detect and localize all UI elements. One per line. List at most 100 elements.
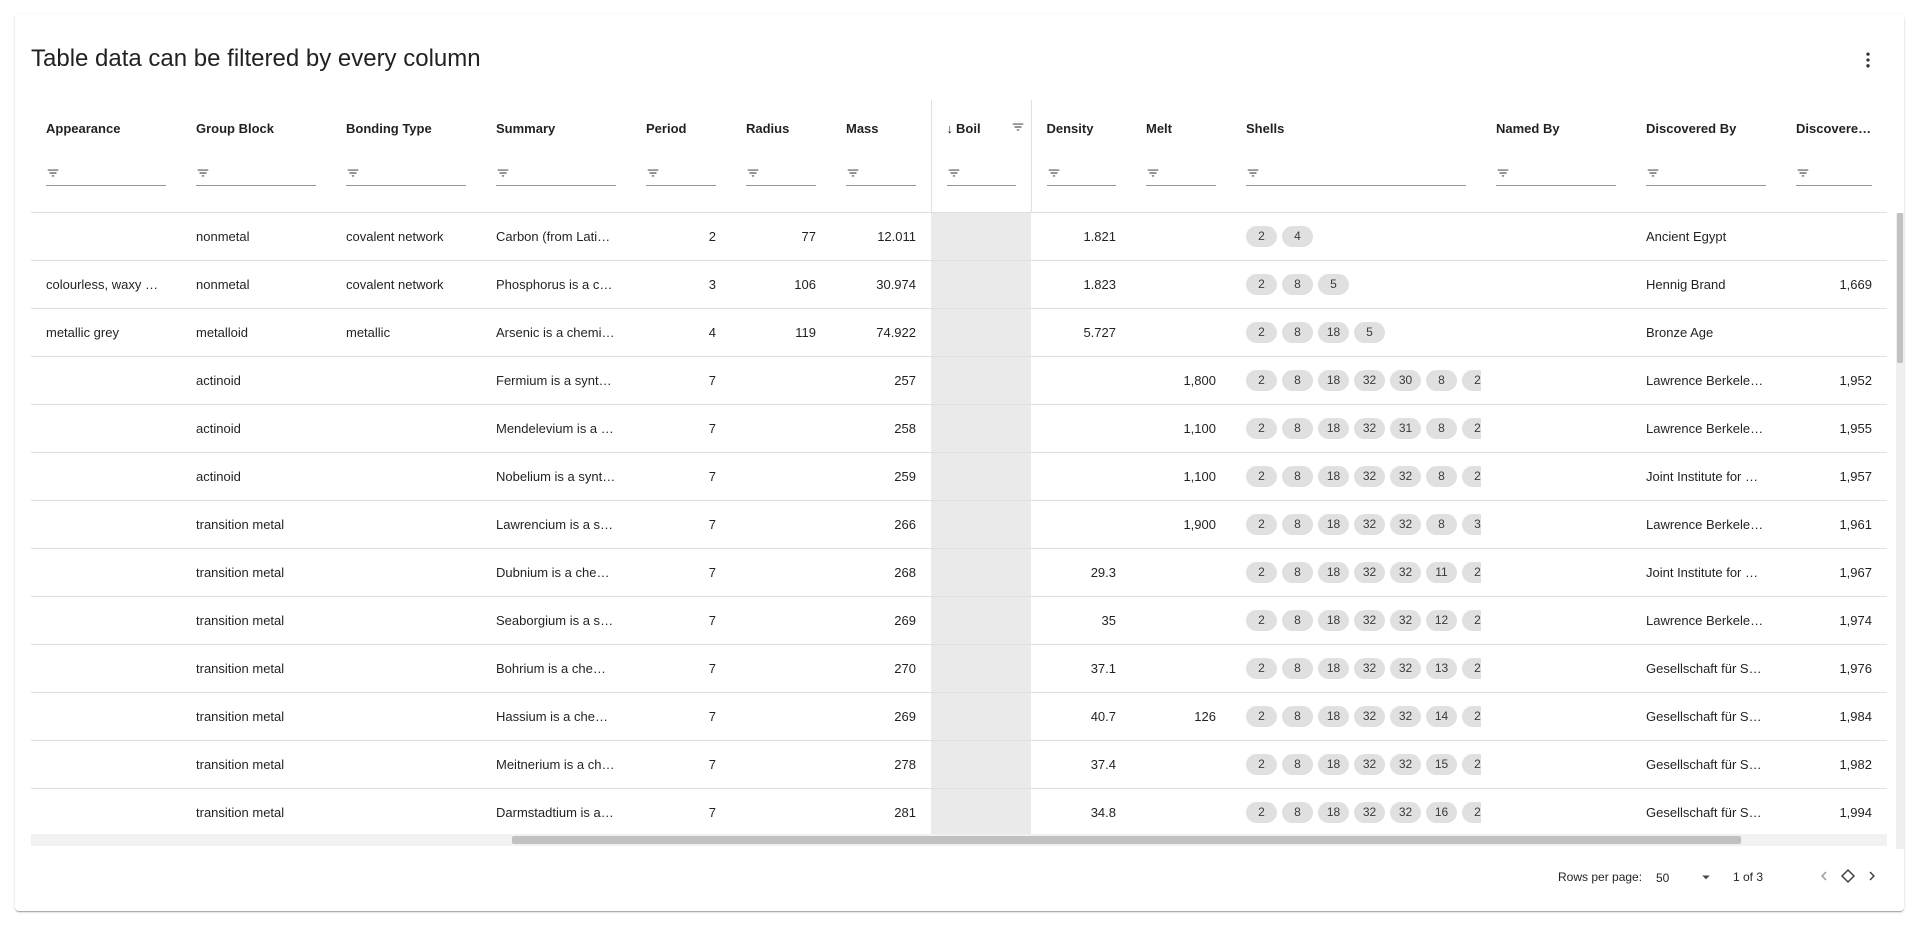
column-header-group[interactable]: Group Block xyxy=(181,100,331,212)
horizontal-scrollbar[interactable] xyxy=(31,834,1887,846)
column-label-named: Named By xyxy=(1496,121,1616,137)
shell-chip: 18 xyxy=(1318,369,1349,391)
shell-chip: 2 xyxy=(1246,417,1277,439)
table-row[interactable]: transition metal Dubnium is a che… 7 268 29.… xyxy=(31,548,1887,596)
vertical-scrollbar[interactable] xyxy=(1896,213,1904,849)
horizontal-scroll-thumb[interactable] xyxy=(512,836,1741,844)
cell-shells: 2 8 18 32 32 14 2 xyxy=(1231,692,1481,740)
shell-chip: 11 xyxy=(1426,561,1457,583)
cell-boil xyxy=(931,644,1031,692)
rows-per-page-select[interactable]: 50 xyxy=(1650,865,1720,891)
table-row[interactable]: actinoid Mendelevium is a … 7 258 1,100 2 8 18 3… xyxy=(31,404,1887,452)
shell-chip: 32 xyxy=(1390,561,1421,583)
column-label-discyr: Discovere… xyxy=(1796,121,1872,137)
page-range-label: 1 of 3 xyxy=(1733,870,1764,884)
vertical-scroll-thumb[interactable] xyxy=(1897,213,1903,363)
cell-mass: 259 xyxy=(894,468,916,484)
column-filter-appearance[interactable] xyxy=(46,164,166,186)
table-row[interactable]: transition metal Meitnerium is a ch… 7 278 3… xyxy=(31,740,1887,788)
column-label-radius: Radius xyxy=(746,121,816,137)
column-header-period[interactable]: Period xyxy=(631,100,731,212)
column-header-shells[interactable]: Shells xyxy=(1231,100,1481,212)
table-row[interactable]: nonmetal covalent network Carbon (from Lat… xyxy=(31,212,1887,260)
shell-chip: 31 xyxy=(1390,417,1421,439)
filter-list-icon xyxy=(46,166,60,183)
shell-chip: 15 xyxy=(1426,753,1457,775)
shell-chip: 32 xyxy=(1354,561,1385,583)
cell-melt xyxy=(1131,548,1231,596)
cell-period: 7 xyxy=(708,420,716,436)
column-filter-discby[interactable] xyxy=(1646,164,1766,186)
shell-chip: 32 xyxy=(1354,657,1385,679)
reset-page-button[interactable] xyxy=(1836,865,1860,889)
column-header-mass[interactable]: Mass xyxy=(831,100,931,212)
previous-page-button[interactable] xyxy=(1812,865,1836,889)
cell-discyr: 1,976 xyxy=(1839,660,1872,676)
column-header-summary[interactable]: Summary xyxy=(481,100,631,212)
column-filter-named[interactable] xyxy=(1496,164,1616,186)
column-filter-shells[interactable] xyxy=(1246,164,1466,186)
shell-chip: 2 xyxy=(1462,465,1481,487)
cell-radius: 119 xyxy=(795,324,816,340)
filter-list-icon xyxy=(1246,166,1260,183)
shell-chip: 18 xyxy=(1318,657,1349,679)
table-row[interactable]: transition metal Hassium is a che… 7 269 40.… xyxy=(31,692,1887,740)
table-row[interactable]: actinoid Nobelium is a synt… 7 259 1,100 2 8 18… xyxy=(31,452,1887,500)
shell-chip: 2 xyxy=(1462,609,1481,631)
table-header: Appearance Group Block Bonding Type Summary… xyxy=(31,100,1887,212)
cell-group: transition metal xyxy=(196,804,285,820)
column-header-discyr[interactable]: Discovere… xyxy=(1781,100,1887,212)
column-filter-group[interactable] xyxy=(196,164,316,186)
column-header-discby[interactable]: Discovered By xyxy=(1631,100,1781,212)
column-label-text: Discovered By xyxy=(1646,121,1737,136)
shell-chip: 8 xyxy=(1282,417,1313,439)
shell-chip: 2 xyxy=(1462,561,1481,583)
more-vert-icon xyxy=(1858,50,1878,75)
cell-discby: Hennig Brand xyxy=(1646,276,1726,292)
column-label-melt: Melt xyxy=(1146,121,1216,137)
cell-shells: 2 8 18 32 31 8 2 xyxy=(1231,404,1481,452)
column-header-radius[interactable]: Radius xyxy=(731,100,831,212)
cell-shells: 2 8 18 32 32 11 2 xyxy=(1231,548,1481,596)
more-options-button[interactable] xyxy=(1852,46,1884,78)
table-row[interactable]: transition metal Lawrencium is a s… 7 266 1,… xyxy=(31,500,1887,548)
column-label-text: Discovere… xyxy=(1796,121,1872,136)
column-filter-summary[interactable] xyxy=(496,164,616,186)
column-filter-period[interactable] xyxy=(646,164,716,186)
cell-radius xyxy=(731,644,831,692)
column-filter-bond[interactable] xyxy=(346,164,466,186)
table-row[interactable]: metallic grey metalloid metallic Arsenic is… xyxy=(31,308,1887,356)
column-label-group: Group Block xyxy=(196,121,316,137)
column-header-melt[interactable]: Melt xyxy=(1131,100,1231,212)
column-label-text: Named By xyxy=(1496,121,1560,136)
table-row[interactable]: transition metal Darmstadtium is a … 7 281 3… xyxy=(31,788,1887,836)
cell-density: 5.727 xyxy=(1083,324,1116,340)
next-page-button[interactable] xyxy=(1860,865,1884,889)
column-header-density[interactable]: Density xyxy=(1031,100,1131,212)
cell-bond xyxy=(331,740,481,788)
cell-named xyxy=(1481,308,1631,356)
filter-list-icon[interactable] xyxy=(1011,120,1025,137)
column-filter-radius[interactable] xyxy=(746,164,816,186)
shell-chip: 14 xyxy=(1426,705,1457,727)
column-filter-melt[interactable] xyxy=(1146,164,1216,186)
column-header-named[interactable]: Named By xyxy=(1481,100,1631,212)
table-row[interactable]: transition metal Bohrium is a chem… 7 270 37… xyxy=(31,644,1887,692)
shell-chip: 2 xyxy=(1246,465,1277,487)
shell-chip: 2 xyxy=(1246,801,1277,823)
column-filter-mass[interactable] xyxy=(846,164,916,186)
column-filter-density[interactable] xyxy=(1046,164,1116,186)
column-header-appearance[interactable]: Appearance xyxy=(31,100,181,212)
column-filter-discyr[interactable] xyxy=(1796,164,1872,186)
cell-discby: Lawrence Berkeley… xyxy=(1646,420,1770,436)
cell-boil xyxy=(931,548,1031,596)
column-header-boil[interactable]: ↓ Boil xyxy=(930,100,1032,212)
cell-appearance xyxy=(31,548,181,596)
shell-chip: 2 xyxy=(1462,801,1481,823)
table-row[interactable]: transition metal Seaborgium is a sy… 7 269 3… xyxy=(31,596,1887,644)
cell-discyr: 1,974 xyxy=(1839,612,1872,628)
table-row[interactable]: colourless, waxy w… nonmetal covalent netw… xyxy=(31,260,1887,308)
column-filter-boil[interactable] xyxy=(946,164,1016,186)
column-header-bond[interactable]: Bonding Type xyxy=(331,100,481,212)
table-row[interactable]: actinoid Fermium is a synt… 7 257 1,800 2 8 18 3… xyxy=(31,356,1887,404)
